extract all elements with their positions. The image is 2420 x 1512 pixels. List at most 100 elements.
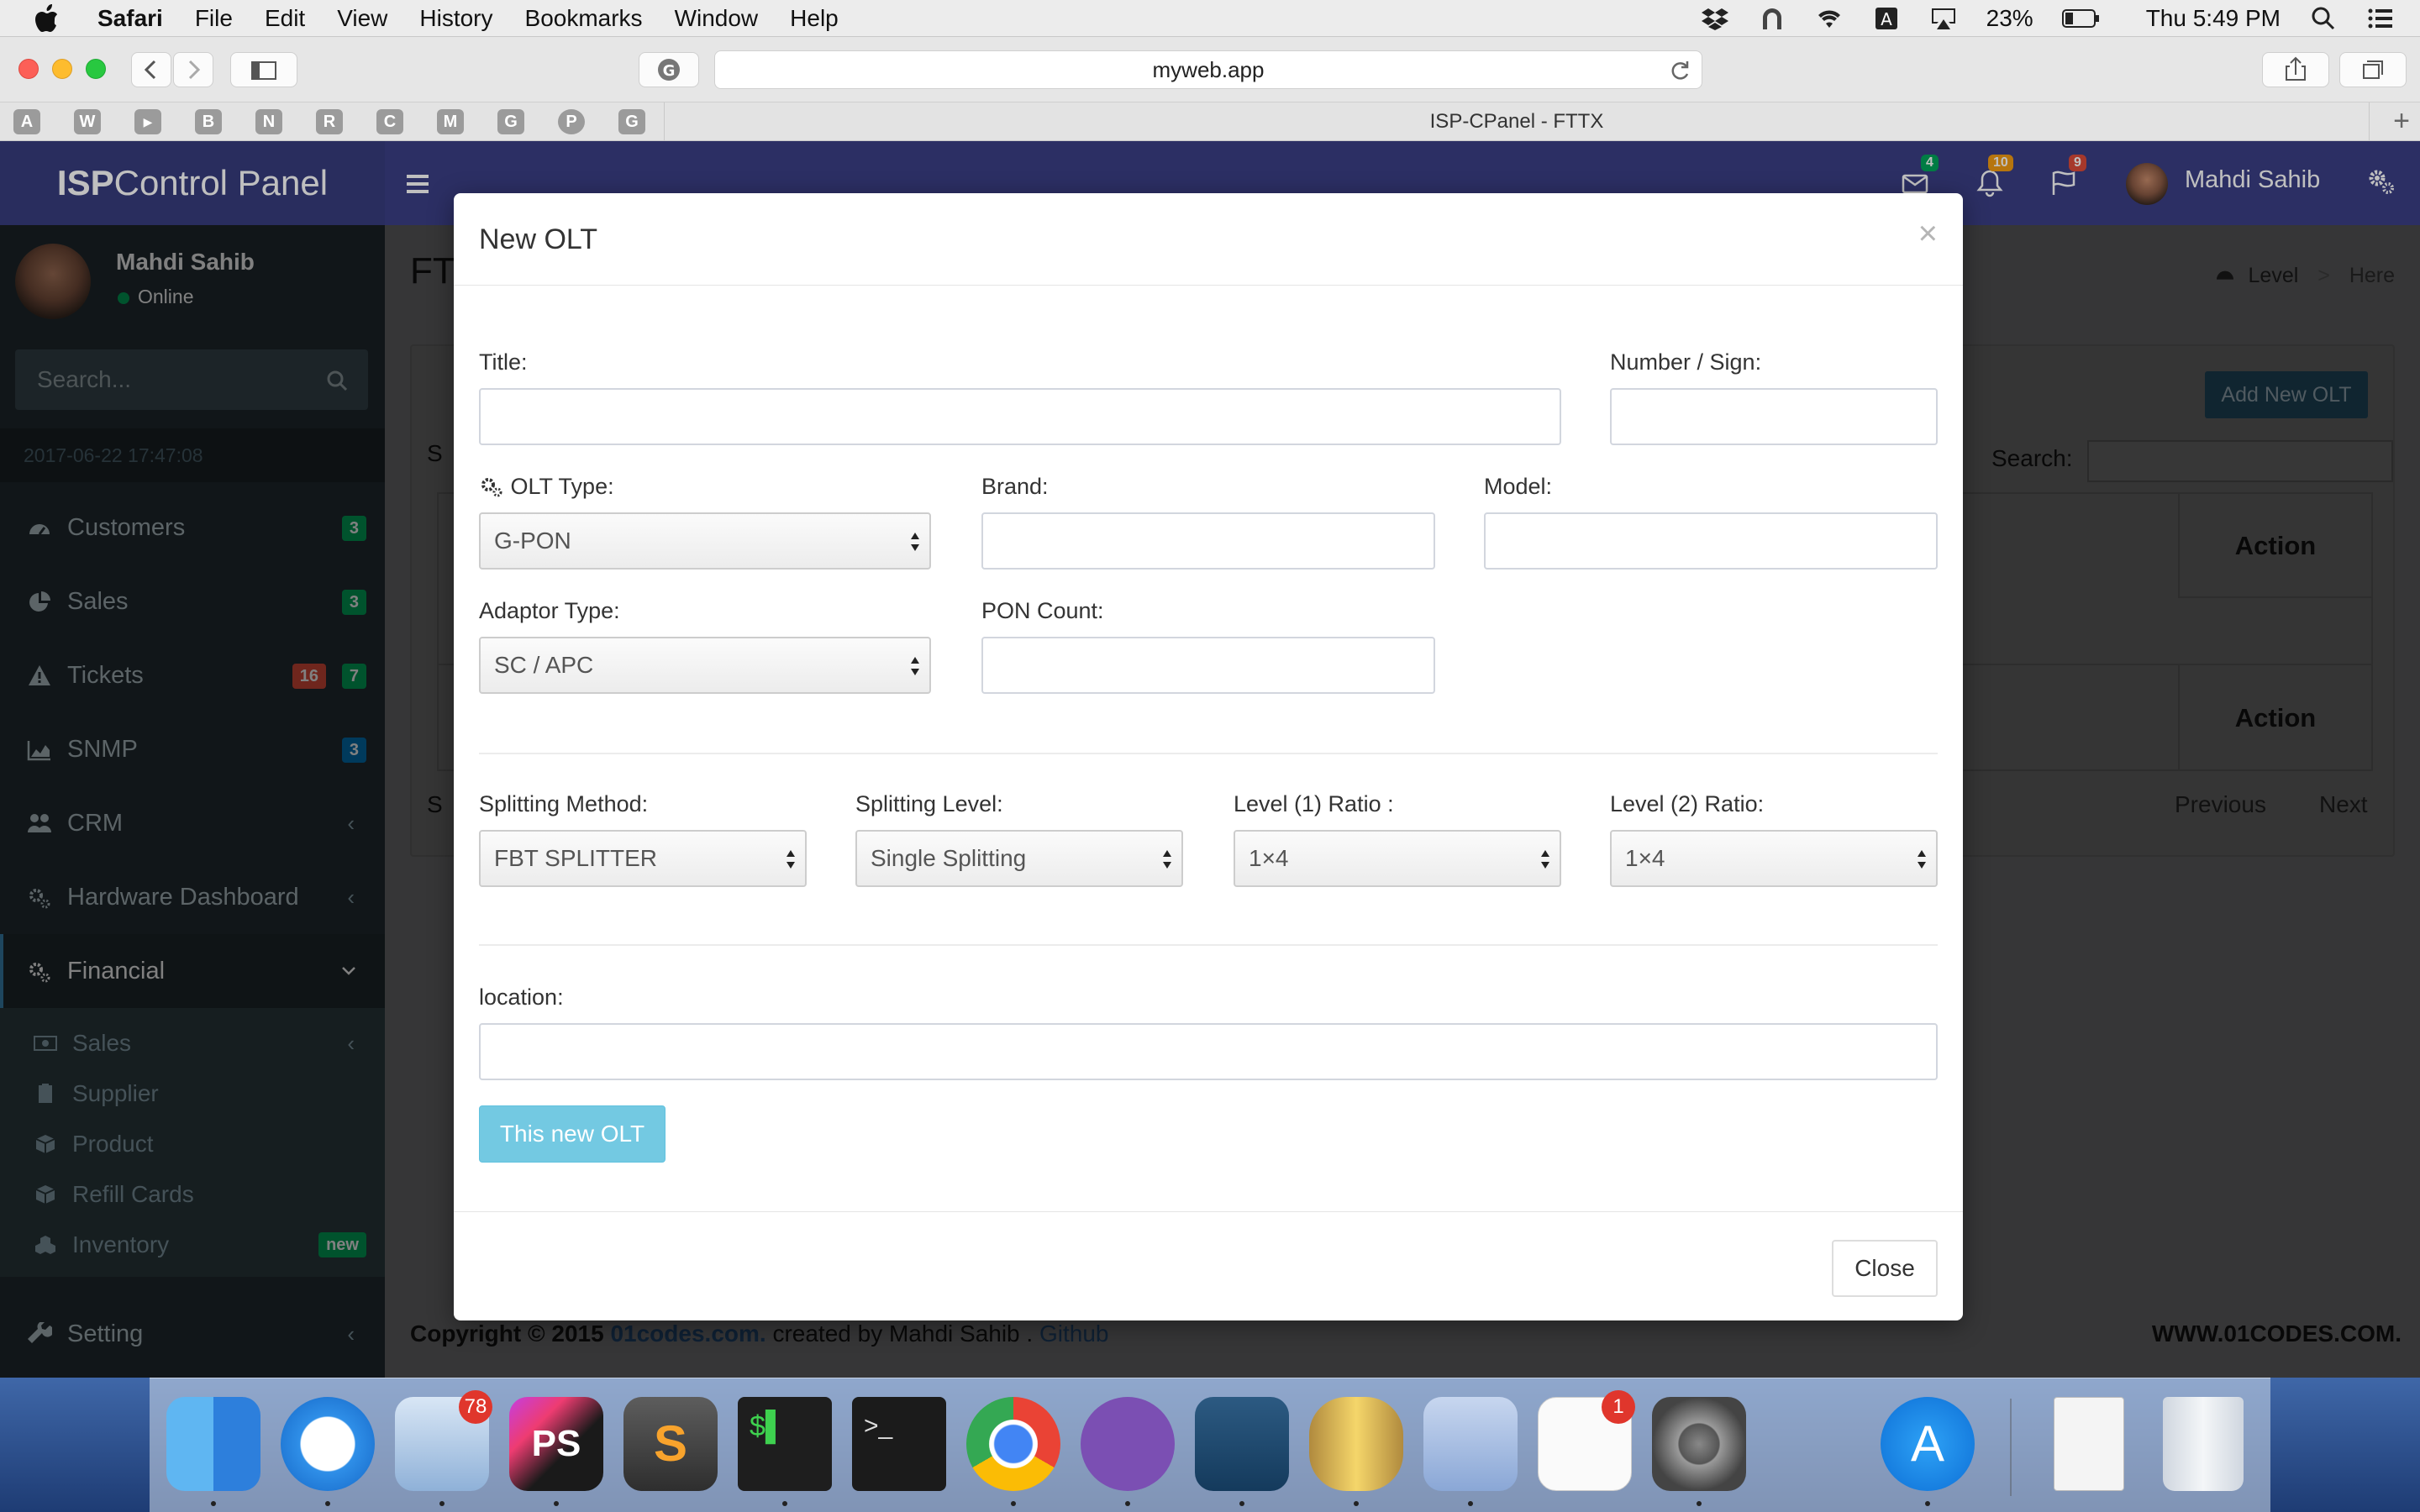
trash-icon[interactable] bbox=[2163, 1397, 2244, 1491]
pon-count-input[interactable] bbox=[981, 637, 1435, 694]
reload-icon[interactable] bbox=[1670, 60, 1691, 81]
favorite-g2-icon[interactable]: G bbox=[618, 109, 645, 134]
menu-bookmarks[interactable]: Bookmarks bbox=[525, 5, 643, 32]
mysql-workbench-icon[interactable] bbox=[1195, 1397, 1289, 1491]
level2-ratio-label: Level (2) Ratio: bbox=[1610, 791, 1765, 816]
gears-icon bbox=[481, 478, 502, 497]
running-indicator bbox=[439, 1501, 445, 1506]
app-store-icon[interactable]: A bbox=[1881, 1397, 1975, 1491]
location-label: location: bbox=[479, 984, 564, 1010]
menu-safari[interactable]: Safari bbox=[97, 5, 163, 32]
olt-type-select[interactable]: G-PON bbox=[479, 512, 931, 570]
wifi-icon[interactable] bbox=[1815, 6, 1844, 31]
back-button[interactable] bbox=[131, 52, 171, 87]
splitting-method-label: Splitting Method: bbox=[479, 791, 649, 816]
title-label: Title: bbox=[479, 349, 528, 375]
menu-file[interactable]: File bbox=[195, 5, 233, 32]
safari-icon[interactable] bbox=[281, 1397, 375, 1491]
phpstorm-icon[interactable]: PS bbox=[509, 1397, 603, 1491]
favorite-g-icon[interactable]: G bbox=[497, 109, 524, 134]
running-indicator bbox=[1697, 1501, 1702, 1506]
system-preferences-icon[interactable] bbox=[1652, 1397, 1746, 1491]
chevron-right-icon bbox=[188, 60, 201, 80]
favorite-c-icon[interactable]: C bbox=[376, 109, 403, 134]
share-button[interactable] bbox=[2262, 52, 2329, 87]
favorite-pinterest-icon[interactable]: P bbox=[558, 109, 585, 134]
window-minimize-button[interactable] bbox=[52, 59, 72, 79]
favorite-n-icon[interactable]: N bbox=[255, 109, 282, 134]
vpn-icon[interactable] bbox=[1758, 6, 1786, 31]
splitting-level-value: Single Splitting bbox=[871, 845, 1027, 871]
sublime-text-icon[interactable]: S bbox=[623, 1397, 718, 1491]
level2-ratio-value: 1×4 bbox=[1625, 845, 1665, 871]
airplay-icon[interactable] bbox=[1929, 6, 1958, 31]
terminal-icon[interactable]: >_ bbox=[852, 1397, 946, 1491]
submit-new-olt-button[interactable]: This new OLT bbox=[479, 1105, 666, 1163]
favorite-m-icon[interactable]: M bbox=[437, 109, 464, 134]
splitting-method-select[interactable]: FBT SPLITTER bbox=[479, 830, 807, 887]
input-source-icon[interactable]: A bbox=[1872, 6, 1901, 31]
svg-text:G: G bbox=[663, 62, 676, 80]
window-zoom-button[interactable] bbox=[86, 59, 106, 79]
menu-window[interactable]: Window bbox=[675, 5, 759, 32]
favorite-w-icon[interactable]: W bbox=[74, 109, 101, 134]
close-icon[interactable]: × bbox=[1918, 215, 1938, 253]
modal-footer-divider bbox=[454, 1211, 1963, 1212]
window-close-button[interactable] bbox=[18, 59, 39, 79]
menu-view[interactable]: View bbox=[337, 5, 387, 32]
title-input[interactable] bbox=[479, 388, 1561, 445]
iterm-icon[interactable]: $▌ bbox=[738, 1397, 832, 1491]
mac-menubar: Safari File Edit View History Bookmarks … bbox=[0, 0, 2420, 37]
new-tab-button[interactable]: + bbox=[2383, 102, 2420, 141]
browser-tab[interactable]: ISP-CPanel - FTTX bbox=[664, 102, 2370, 141]
close-button[interactable]: Close bbox=[1832, 1240, 1938, 1297]
utilities-icon[interactable] bbox=[1766, 1397, 1860, 1491]
select-arrows-icon bbox=[911, 533, 919, 551]
level1-ratio-label: Level (1) Ratio : bbox=[1234, 791, 1394, 816]
tabs-icon bbox=[2363, 60, 2383, 79]
extension-button[interactable]: G bbox=[639, 52, 699, 87]
running-indicator bbox=[325, 1501, 330, 1506]
address-bar[interactable]: myweb.app bbox=[714, 50, 1702, 89]
olt-type-value: G-PON bbox=[494, 528, 571, 554]
tabs-overview-button[interactable] bbox=[2339, 52, 2407, 87]
favorite-youtube-icon[interactable]: ▶ bbox=[134, 109, 161, 134]
favorite-b-icon[interactable]: B bbox=[195, 109, 222, 134]
github-desktop-icon[interactable] bbox=[1081, 1397, 1175, 1491]
grammarly-icon: G bbox=[658, 59, 680, 81]
downloads-stack-icon[interactable] bbox=[2054, 1397, 2124, 1491]
model-input[interactable] bbox=[1484, 512, 1938, 570]
brand-input[interactable] bbox=[981, 512, 1435, 570]
apple-icon[interactable] bbox=[34, 3, 59, 33]
number-sign-label: Number / Sign: bbox=[1610, 349, 1762, 375]
menu-history[interactable]: History bbox=[419, 5, 492, 32]
battery-icon[interactable] bbox=[2061, 8, 2101, 29]
running-indicator bbox=[1354, 1501, 1359, 1506]
menubar-status-area: A 23% Thu 5:49 PM bbox=[1701, 0, 2395, 37]
notification-center-icon[interactable] bbox=[2366, 6, 2395, 31]
transmit-icon[interactable] bbox=[1423, 1397, 1518, 1491]
share-icon bbox=[2286, 56, 2306, 81]
splitting-level-select[interactable]: Single Splitting bbox=[855, 830, 1183, 887]
menu-help[interactable]: Help bbox=[790, 5, 839, 32]
favorite-a-icon[interactable]: A bbox=[13, 109, 40, 134]
dock: 78 PS S $▌ >_ 1 A bbox=[150, 1378, 2270, 1512]
sequel-pro-icon[interactable] bbox=[1309, 1397, 1403, 1491]
forward-button[interactable] bbox=[173, 52, 213, 87]
menubar-clock[interactable]: Thu 5:49 PM bbox=[2146, 5, 2281, 32]
number-sign-input[interactable] bbox=[1610, 388, 1938, 445]
favorite-r-icon[interactable]: R bbox=[316, 109, 343, 134]
finder-icon[interactable] bbox=[166, 1397, 260, 1491]
spotlight-icon[interactable] bbox=[2309, 6, 2338, 31]
menu-edit[interactable]: Edit bbox=[265, 5, 305, 32]
level1-ratio-select[interactable]: 1×4 bbox=[1234, 830, 1561, 887]
splitting-level-label: Splitting Level: bbox=[855, 791, 1003, 816]
adaptor-type-select[interactable]: SC / APC bbox=[479, 637, 931, 694]
location-input[interactable] bbox=[479, 1023, 1938, 1080]
running-indicator bbox=[782, 1501, 787, 1506]
sidebar-toggle-button[interactable] bbox=[230, 52, 297, 87]
favorites-bar: A W ▶ B N R C M G P G ISP-CPanel - FTTX … bbox=[0, 102, 2420, 141]
dropbox-icon[interactable] bbox=[1701, 6, 1729, 31]
chrome-icon[interactable] bbox=[966, 1397, 1060, 1491]
level2-ratio-select[interactable]: 1×4 bbox=[1610, 830, 1938, 887]
